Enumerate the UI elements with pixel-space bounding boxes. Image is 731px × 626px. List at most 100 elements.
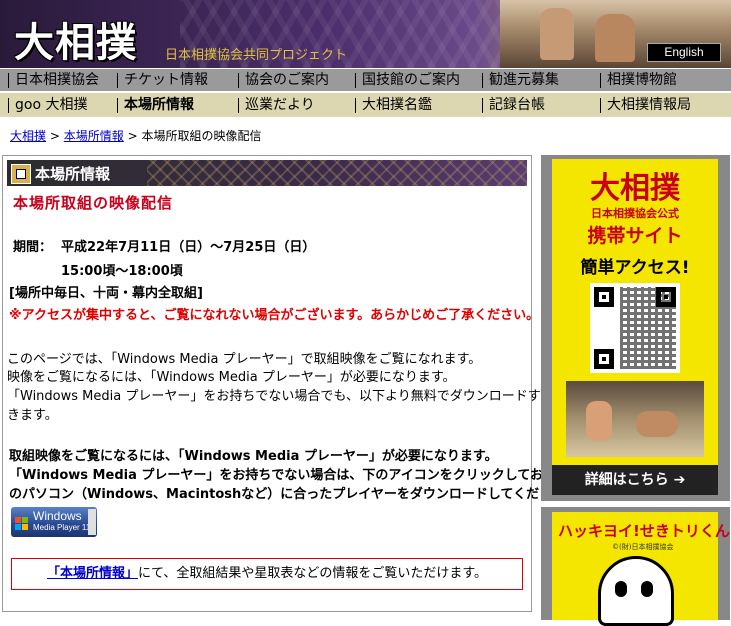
requirement-text: 「Windows Media プレーヤー」をお持ちでない場合は、下のアイコンをク…	[9, 468, 569, 483]
nav-item-museum[interactable]: 相撲博物館	[600, 69, 677, 91]
header-tagline: 日本相撲協会共同プロジェクト	[165, 48, 348, 63]
details-label: 詳細はこちら	[584, 472, 669, 488]
honbasho-info-link[interactable]: 「本場所情報」	[47, 566, 138, 581]
windows-logo-icon	[15, 517, 29, 531]
requirement-text: のパソコン（Windows、Macintoshなど）に合ったプレイヤーをダウンロ…	[9, 487, 579, 502]
site-header: 大相撲 日本相撲協会共同プロジェクト English	[0, 0, 731, 68]
nav-item-jungyo[interactable]: 巡業だより	[238, 93, 315, 117]
nav-item-promoter[interactable]: 勧進元募集	[482, 69, 559, 91]
page-title: 本場所取組の映像配信	[13, 194, 174, 212]
banner-easy-access: 簡単アクセス!	[580, 258, 690, 278]
free-tag	[88, 509, 96, 535]
nav-item-sumo-association[interactable]: 日本相撲協会	[8, 69, 99, 91]
nav-separator	[238, 72, 239, 88]
intro-text: きます。	[7, 408, 58, 423]
nav-item-info-bureau[interactable]: 大相撲情報局	[600, 93, 691, 117]
main-content: 本場所情報 本場所取組の映像配信 期間： 平成22年7月11日（日）〜7月25日…	[2, 155, 606, 612]
breadcrumb-separator: >	[127, 129, 138, 143]
character-title: ハッキヨイ!せきトリくん	[558, 522, 730, 540]
nav-label: 日本相撲協会	[15, 72, 99, 88]
requirement-text: 取組映像をご覧になるには、「Windows Media プレーヤー」が必要になり…	[9, 449, 498, 464]
nav-item-meikan[interactable]: 大相撲名鑑	[355, 93, 432, 117]
access-warning: ※アクセスが集中すると、ご覧になれない場合がございます。あらかじめご了承ください…	[9, 308, 540, 323]
banner-mobile-site: 携帯サイト	[587, 225, 683, 247]
section-pattern	[147, 160, 527, 186]
nav-item-honbasho[interactable]: 本場所情報	[117, 93, 194, 117]
nav-label: 相撲博物館	[607, 72, 677, 88]
wrestler-figure	[586, 401, 612, 441]
nav-separator	[238, 97, 239, 113]
breadcrumb-home-link[interactable]: 大相撲	[10, 129, 46, 143]
nav-separator	[355, 97, 356, 113]
arrow-right-icon: ➔	[673, 472, 686, 488]
schedule-note: [場所中毎日、十両・幕内全取組]	[9, 286, 203, 301]
period-dates: 平成22年7月11日（日）〜7月25日（日）	[61, 240, 316, 255]
nav-separator	[482, 72, 483, 88]
qr-modules	[620, 287, 676, 369]
nav-label: 大相撲名鑑	[362, 97, 432, 113]
primary-nav: 日本相撲協会 チケット情報 協会のご案内 国技館のご案内 勧進元募集 相撲博物館	[0, 69, 731, 91]
period-time: 15:00頃〜18:00頃	[61, 264, 183, 279]
secondary-nav: goo 大相撲 本場所情報 巡業だより 大相撲名鑑 記録台帳 大相撲情報局	[0, 93, 731, 117]
wrestler-figure	[595, 14, 635, 62]
nav-label: 国技館のご案内	[362, 72, 460, 88]
nav-label: チケット情報	[124, 72, 208, 88]
notice-text: にて、全取組結果や星取表などの情報をご覧いただけます。	[137, 566, 488, 581]
breadcrumb-separator: >	[49, 129, 60, 143]
wmp-title: Windows	[33, 509, 82, 523]
sumo-bout-photo	[566, 381, 704, 457]
banner-subtitle: 日本相撲協会公式	[591, 207, 679, 220]
english-button[interactable]: English	[647, 43, 721, 62]
breadcrumb-current: 本場所取組の映像配信	[141, 129, 262, 143]
nav-label: 巡業だより	[245, 97, 315, 113]
nav-label: 協会のご案内	[245, 72, 329, 88]
nav-separator	[8, 97, 9, 113]
nav-item-about[interactable]: 協会のご案内	[238, 69, 329, 91]
qr-finder	[594, 349, 614, 369]
nav-item-records[interactable]: 記録台帳	[482, 93, 545, 117]
wmp-subtitle: Media Player 11	[33, 523, 91, 532]
nav-item-goo-sumo[interactable]: goo 大相撲	[8, 93, 87, 117]
nav-label: 勧進元募集	[489, 72, 559, 88]
nav-item-kokugikan[interactable]: 国技館のご案内	[355, 69, 460, 91]
section-header-bar: 本場所情報	[7, 160, 527, 186]
mobile-site-banner-body: 大相撲 日本相撲協会公式 携帯サイト 簡単アクセス! 詳細はこちら ➔	[552, 159, 718, 495]
intro-text: このページでは、「Windows Media プレーヤー」で取組映像をご覧になれ…	[7, 352, 482, 367]
wrestler-figure	[636, 411, 678, 437]
character-copyright: ©(財)日本相撲協会	[612, 543, 674, 551]
intro-text: 「Windows Media プレーヤー」をお持ちでない場合でも、以下より無料で…	[7, 389, 606, 404]
intro-text: 映像をご覧になるには、「Windows Media プレーヤー」が必要になります…	[7, 370, 456, 385]
nav-separator	[600, 72, 601, 88]
qr-finder	[594, 287, 614, 307]
nav-item-tickets[interactable]: チケット情報	[117, 69, 208, 91]
nav-separator	[117, 72, 118, 88]
qr-code	[590, 283, 680, 373]
details-button[interactable]: 詳細はこちら ➔	[552, 465, 718, 495]
nav-separator	[355, 72, 356, 88]
nav-separator	[117, 97, 118, 113]
mascot-eye	[615, 581, 627, 597]
mascot-face-icon	[598, 556, 674, 626]
mascot-eye	[641, 581, 653, 597]
nav-separator	[482, 97, 483, 113]
nav-separator	[8, 72, 9, 88]
windows-media-player-download-button[interactable]: Windows Media Player 11	[11, 507, 97, 537]
banner-title: 大相撲	[590, 171, 680, 206]
breadcrumb-section-link[interactable]: 本場所情報	[64, 129, 124, 143]
section-emblem-icon	[11, 164, 31, 184]
nav-label: goo 大相撲	[15, 97, 88, 113]
honbasho-info-notice: 「本場所情報」にて、全取組結果や星取表などの情報をご覧いただけます。	[11, 558, 523, 590]
breadcrumb: 大相撲 > 本場所情報 > 本場所取組の映像配信	[10, 127, 261, 144]
period-label: 期間：	[13, 240, 53, 255]
nav-separator	[600, 97, 601, 113]
character-banner-body: ハッキヨイ!せきトリくん ©(財)日本相撲協会	[552, 512, 730, 626]
nav-label: 記録台帳	[489, 97, 545, 113]
wrestler-figure	[540, 8, 574, 60]
mobile-site-banner[interactable]: 大相撲 日本相撲協会公式 携帯サイト 簡単アクセス! 詳細はこちら ➔	[541, 155, 730, 501]
nav-label: 本場所情報	[124, 97, 194, 113]
section-title: 本場所情報	[35, 165, 111, 183]
character-banner[interactable]: ハッキヨイ!せきトリくん ©(財)日本相撲協会	[541, 507, 730, 626]
site-logo[interactable]: 大相撲	[8, 6, 160, 66]
nav-label: 大相撲情報局	[607, 97, 691, 113]
logo-text: 大相撲	[14, 19, 137, 66]
